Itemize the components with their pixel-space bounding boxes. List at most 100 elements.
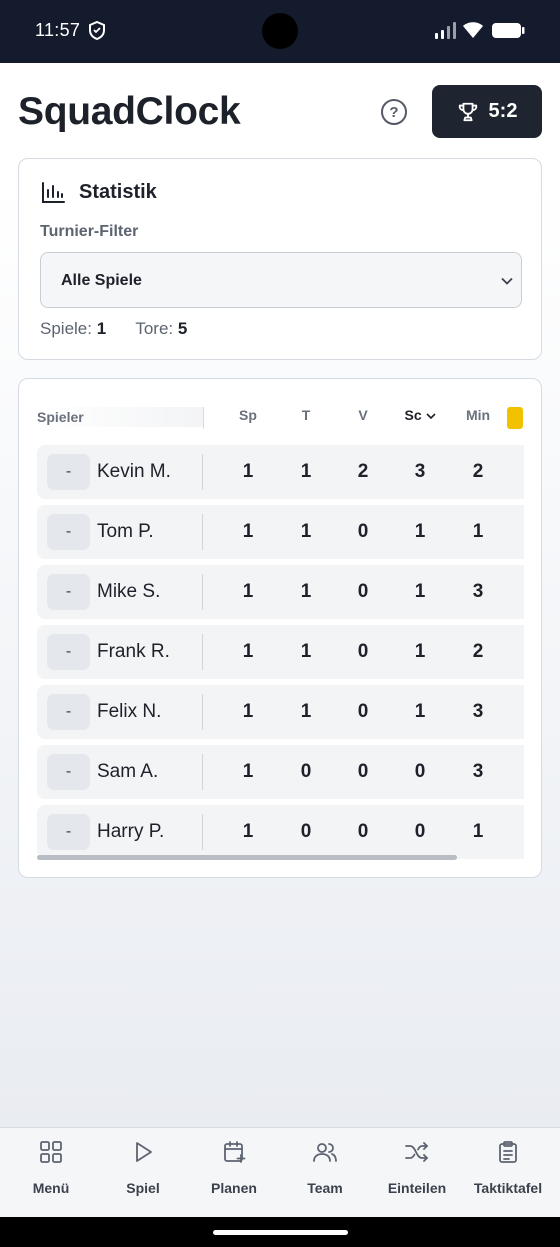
cell-sp: 1: [242, 521, 254, 542]
cell-sc: 1: [414, 581, 426, 602]
signal-icon: [435, 22, 456, 39]
row-divider: [202, 634, 203, 670]
column-header-v[interactable]: V: [333, 407, 393, 423]
score-value: 5:2: [488, 100, 518, 122]
jersey-number-button[interactable]: -: [47, 694, 90, 730]
nav-item-assign[interactable]: Einteilen: [372, 1140, 462, 1196]
cell-sp: 1: [242, 761, 254, 782]
jersey-number-button[interactable]: -: [47, 814, 90, 850]
cell-sp: 1: [242, 641, 254, 662]
table-row[interactable]: -Tom P.110111: [37, 505, 524, 559]
row-divider: [202, 574, 203, 610]
jersey-number-button[interactable]: -: [47, 574, 90, 610]
games-count: 1: [96, 319, 107, 338]
cell-extra: 0: [505, 761, 524, 783]
gesture-bar: [0, 1217, 560, 1247]
cell-t: 1: [300, 461, 312, 482]
yellow-card-icon[interactable]: [507, 407, 523, 429]
nav-item-menu[interactable]: Menü: [6, 1140, 96, 1196]
player-name: Sam A.: [97, 761, 159, 782]
column-header-sc-label: Sc: [404, 407, 422, 423]
cell-extra: 0: [505, 701, 524, 723]
column-header-min[interactable]: Min: [448, 407, 508, 423]
row-divider: [202, 514, 203, 550]
horizontal-scrollbar[interactable]: [37, 855, 457, 860]
cell-min: 2: [472, 641, 484, 662]
column-header-player[interactable]: Spieler: [37, 407, 203, 427]
table-row[interactable]: -Kevin M.112321: [37, 445, 524, 499]
nav-item-tactics-board[interactable]: Taktiktafel: [463, 1140, 553, 1196]
column-header-t[interactable]: T: [276, 407, 336, 423]
trophy-icon: [458, 102, 477, 121]
cell-min: 1: [472, 821, 484, 842]
nav-item-game[interactable]: Spiel: [98, 1140, 188, 1196]
nav-item-team[interactable]: Team: [280, 1140, 370, 1196]
goals-count: 5: [177, 319, 188, 338]
cell-t: 0: [300, 761, 312, 782]
table-row[interactable]: -Sam A.100030: [37, 745, 524, 799]
nav-label-tactics-board: Taktiktafel: [473, 1180, 543, 1196]
table-scroll-area[interactable]: Spieler Sp T V Sc Min -Kevin M.112321-To…: [37, 379, 524, 877]
tournament-filter-select[interactable]: Alle Spiele: [40, 252, 522, 308]
cell-v: 0: [357, 641, 369, 662]
table-row[interactable]: -Mike S.110130: [37, 565, 524, 619]
cell-sc: 0: [414, 821, 426, 842]
calendar-plus-icon: [224, 1141, 246, 1163]
cell-sp: 1: [242, 701, 254, 722]
cell-t: 1: [300, 701, 312, 722]
player-name: Kevin M.: [97, 461, 171, 482]
cell-t: 0: [300, 821, 312, 842]
nav-label-game: Spiel: [126, 1180, 160, 1196]
player-name: Felix N.: [97, 701, 162, 722]
player-name: Tom P.: [97, 521, 154, 542]
row-divider: [202, 754, 203, 790]
player-name: Harry P.: [97, 821, 165, 842]
shuffle-icon: [405, 1142, 428, 1162]
cell-t: 1: [300, 581, 312, 602]
cell-extra: 0: [505, 641, 524, 663]
cell-sp: 1: [242, 581, 254, 602]
column-header-sc[interactable]: Sc: [390, 407, 450, 423]
cell-min: 3: [472, 701, 484, 722]
player-stats-table: Spieler Sp T V Sc Min -Kevin M.112321-To…: [18, 378, 542, 878]
header-divider: [203, 407, 204, 429]
nav-item-plan[interactable]: Planen: [189, 1140, 279, 1196]
cell-extra: 0: [505, 821, 524, 843]
cell-min: 3: [472, 761, 484, 782]
goals-label: Tore:: [135, 319, 174, 338]
games-label: Spiele:: [40, 319, 92, 338]
help-circle-icon[interactable]: ?: [381, 99, 407, 125]
nav-label-team: Team: [307, 1180, 343, 1196]
score-button[interactable]: 5:2: [432, 85, 542, 138]
jersey-number-button[interactable]: -: [47, 514, 90, 550]
users-icon: [313, 1143, 337, 1162]
table-row[interactable]: -Felix N.110130: [37, 685, 524, 739]
table-row[interactable]: -Harry P.100010: [37, 805, 524, 859]
row-divider: [202, 454, 203, 490]
cell-sc: 1: [414, 521, 426, 542]
jersey-number-button[interactable]: -: [47, 634, 90, 670]
jersey-number-button[interactable]: -: [47, 754, 90, 790]
shield-icon: [89, 21, 105, 40]
player-name: Frank R.: [97, 641, 170, 662]
cell-t: 1: [300, 521, 312, 542]
cell-v: 0: [357, 701, 369, 722]
chevron-down-icon: [425, 413, 436, 420]
home-indicator[interactable]: [213, 1230, 348, 1235]
app-content: SquadClock ? 5:2 Statistik Turnier-Filte…: [0, 63, 560, 1127]
row-divider: [202, 694, 203, 730]
cell-sc: 0: [414, 761, 426, 782]
app-title: SquadClock: [18, 90, 241, 133]
cell-v: 0: [357, 581, 369, 602]
cell-sc: 1: [414, 701, 426, 722]
play-icon: [136, 1142, 152, 1162]
nav-label-assign: Einteilen: [387, 1180, 447, 1196]
column-header-sp[interactable]: Sp: [218, 407, 278, 423]
wifi-icon: [463, 22, 483, 38]
table-row[interactable]: -Frank R.110120: [37, 625, 524, 679]
cell-t: 1: [300, 641, 312, 662]
cell-v: 0: [357, 821, 369, 842]
status-bar: 11:57: [0, 0, 560, 63]
jersey-number-button[interactable]: -: [47, 454, 90, 490]
status-time: 11:57: [35, 20, 81, 40]
